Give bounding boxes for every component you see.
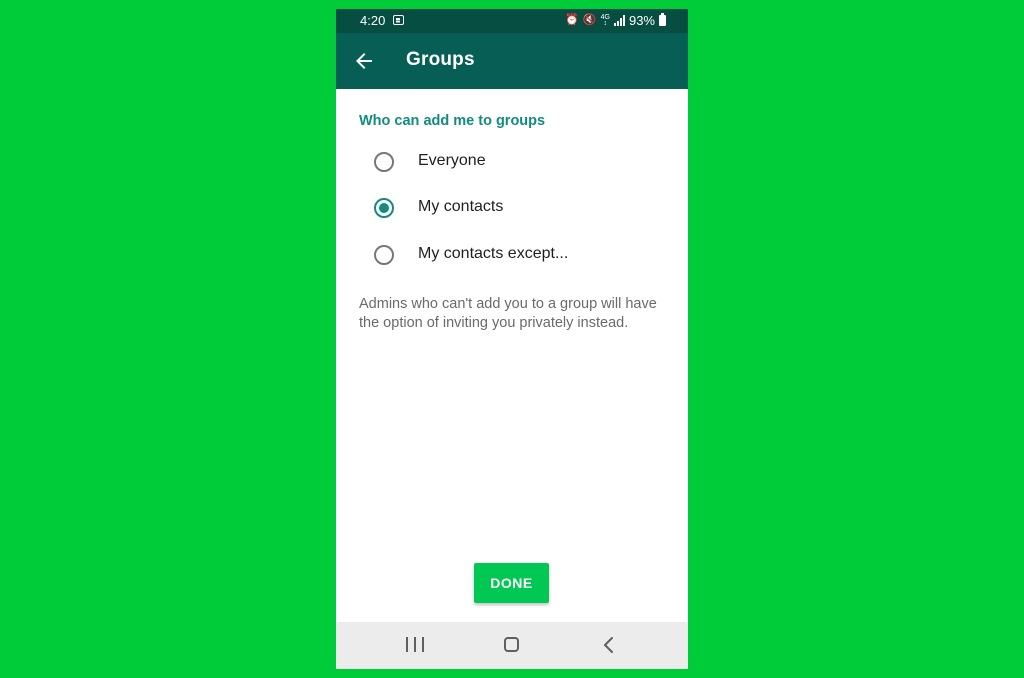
phone-screen: 4:20 ⏰ 🔇 4G ↕ 93% Groups Who can add me t… <box>336 9 688 669</box>
option-label: My contacts <box>418 198 504 215</box>
status-time: 4:20 <box>360 13 386 28</box>
system-nav-bar <box>336 622 688 669</box>
recents-icon[interactable] <box>406 637 424 653</box>
radio-unchecked-icon[interactable] <box>374 152 394 172</box>
battery-icon <box>659 13 666 26</box>
status-icons: ⏰ 🔇 4G ↕ 93% <box>565 13 666 28</box>
option-label: My contacts except... <box>418 245 569 262</box>
option-label: Everyone <box>418 152 486 169</box>
option-my-contacts-except[interactable]: My contacts except... <box>336 232 688 278</box>
mute-icon: 🔇 <box>582 14 597 26</box>
radio-unchecked-icon[interactable] <box>374 245 394 265</box>
status-bar: 4:20 ⏰ 🔇 4G ↕ 93% <box>336 9 688 33</box>
back-button[interactable] <box>352 49 376 73</box>
home-icon[interactable] <box>504 637 519 652</box>
network-4g-icon: 4G ↕ <box>600 13 610 27</box>
back-icon[interactable] <box>602 636 616 654</box>
battery-percent: 93% <box>628 13 655 28</box>
signal-icon <box>613 15 625 26</box>
alarm-icon: ⏰ <box>565 14 579 26</box>
description-text: Admins who can't add you to a group will… <box>359 296 657 331</box>
network-label: 4G <box>600 13 610 21</box>
radio-checked-icon[interactable] <box>374 198 394 218</box>
option-my-contacts[interactable]: My contacts <box>336 185 688 231</box>
message-icon <box>393 15 404 25</box>
page-title: Groups <box>406 49 475 70</box>
done-button[interactable]: DONE <box>474 563 549 603</box>
section-header: Who can add me to groups <box>359 113 546 129</box>
option-everyone[interactable]: Everyone <box>336 139 688 185</box>
arrow-left-icon <box>356 53 372 69</box>
app-bar: Groups <box>336 33 688 89</box>
